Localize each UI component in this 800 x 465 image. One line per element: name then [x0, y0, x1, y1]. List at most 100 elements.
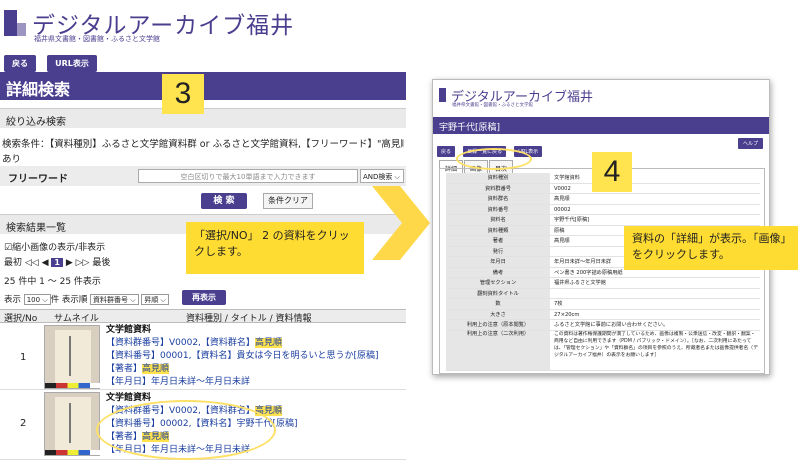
field-value: 文学館資料: [554, 175, 580, 181]
freeword-label: フリーワード: [8, 174, 68, 185]
detail-field-row: 資料番号 00002: [446, 204, 760, 215]
back-button[interactable]: 戻る: [4, 55, 36, 72]
display-count-value: 100: [26, 296, 41, 304]
field-value: 高見順: [554, 196, 570, 202]
field-key: 年月日: [446, 257, 550, 267]
sort-direction-select[interactable]: 昇順 ⌵: [141, 294, 169, 305]
field-key: 資料種類: [446, 225, 550, 235]
results-table-header: 選択/No サムネイル 資料種別 / タイトル / 資料情報: [0, 309, 406, 324]
row-group[interactable]: 【資料群番号】V0002,【資料群名】高見順: [106, 337, 379, 350]
thumbnail-image[interactable]: [44, 392, 101, 456]
pager-first[interactable]: 最初: [4, 258, 22, 268]
field-value: 福井県ふるさと文学館: [554, 280, 606, 286]
row-author[interactable]: 【著者】高見順: [106, 363, 379, 376]
result-count: 25 件中 1 ～ 25 件表示: [4, 277, 101, 287]
row-date: 【年月日】年月日未詳～年月日未詳: [106, 377, 251, 387]
field-key: 数: [446, 299, 550, 309]
logo-mark-icon: [4, 10, 26, 36]
detail-panel: 資料種別 文学館資料 資料群番号 V0002 資料群名 高見順 資料番号 00002 資料名 宇野…: [439, 168, 765, 374]
detail-field-row: 資料名 宇野千代[原稿]: [446, 215, 760, 226]
field-key: 資料群名: [446, 194, 550, 204]
row-title-link[interactable]: 【資料番号】00001,【資料名】貴女は今日を明るいと思うか[原稿]: [106, 350, 379, 363]
field-key: 備考: [446, 267, 550, 277]
highlight-term: 高見順: [142, 364, 170, 374]
freeword-input[interactable]: 空白区切りで最大10単語まで入力できます: [138, 169, 358, 183]
detail-field-row: 大きさ 27×20cm: [446, 309, 760, 320]
display-count-select[interactable]: 100 ⌵: [23, 294, 51, 305]
search-results-screen: デジタルアーカイブ福井 福井県文書館・図書館・ふるさと文学館 戻る URL表示 …: [0, 0, 406, 465]
search-button[interactable]: 検 索: [201, 193, 247, 209]
pager-last[interactable]: 最後: [92, 258, 110, 268]
results-header-label: 検索結果一覧: [6, 223, 66, 234]
pager-prev[interactable]: ◁◁ ◀: [25, 258, 49, 268]
field-value: 27×20cm: [554, 311, 580, 318]
condition-line: あり: [2, 154, 22, 165]
pager-next[interactable]: ▶ ▷▷: [66, 258, 90, 268]
logo-subtitle: 福井県文書館・図書館・ふるさと文学館: [452, 103, 533, 108]
field-key: 資料種別: [446, 173, 550, 183]
highlight-ellipse: [456, 148, 532, 170]
logo-subtitle: 福井県文書館・図書館・ふるさと文学館: [34, 35, 160, 43]
instruction-callout: 資料の「詳細」が表示。「画像」をクリックします。: [624, 226, 798, 270]
column-header-no: 選択/No: [4, 314, 38, 324]
search-mode-select[interactable]: AND検索 ⌵: [360, 169, 404, 183]
page-title: 詳細検索: [6, 80, 71, 99]
row-info: 文学館資料 【資料群番号】V0002,【資料群名】高見順 【資料番号】00001…: [106, 324, 379, 389]
detail-title: 宇野千代[原稿]: [439, 123, 501, 133]
field-key: 利用上の注意（二次利用）: [446, 330, 550, 370]
row-number[interactable]: 1: [20, 352, 26, 363]
redisplay-button[interactable]: 再表示: [182, 290, 226, 305]
field-key: 資料番号: [446, 204, 550, 214]
field-key: 著者: [446, 236, 550, 246]
next-step-arrow-icon: [372, 186, 430, 260]
pager-current[interactable]: 1: [51, 258, 63, 267]
field-value: 7枚: [554, 301, 563, 307]
display-label: 表示: [4, 295, 22, 305]
field-value: 00002: [554, 206, 571, 213]
highlight-term: 高見順: [254, 338, 282, 348]
detail-field-row: 数 7枚: [446, 299, 760, 310]
help-button[interactable]: ヘルプ: [737, 138, 763, 149]
search-conditions: 検索条件：【資料種別】ふるさと文学館資料群 or ふるさと文学館資料,【フリーワ…: [2, 137, 404, 167]
logo-mark-icon: [439, 88, 446, 102]
display-unit-label: 件 表示順: [50, 295, 88, 305]
instruction-callout: 「選択/NO」 2 の資料をクリックします。: [186, 222, 364, 274]
detail-field-row: 翻刻資料タイトル: [446, 288, 760, 299]
sort-field-select[interactable]: 資料群番号 ⌵: [90, 294, 139, 305]
row-type: 文学館資料: [106, 325, 152, 335]
column-header-info: 資料種別 / タイトル / 資料情報: [186, 314, 312, 324]
field-key: 大きさ: [446, 309, 550, 319]
field-key: 管理セクション: [446, 278, 550, 288]
clear-conditions-button[interactable]: 条件クリア: [263, 193, 313, 209]
chevron-down-icon: ⌵: [394, 173, 400, 181]
field-value: この資料は著作権保護期間が満了しているため、画像は複製・公衆送信・改変・翻訳・翻…: [554, 331, 758, 358]
freeword-row: フリーワード 空白区切りで最大10単語まで入力できます AND検索 ⌵: [0, 166, 406, 186]
display-options: 表示 100 ⌵ 件 表示順 資料群番号 ⌵ 昇順 ⌵: [4, 293, 169, 305]
row-group-text: 【資料群番号】V0002,【資料群名】: [106, 338, 255, 348]
column-header-thumb: サムネイル: [54, 314, 99, 324]
detail-field-row: 利用上の注意（二次利用） この資料は著作権保護期間が満了しているため、画像は複製・…: [446, 330, 760, 371]
refine-header-label: 絞り込み検索: [6, 117, 66, 128]
url-button[interactable]: URL表示: [47, 55, 97, 72]
field-key: 翻刻資料タイトル: [446, 288, 550, 298]
thumbnail-toggle[interactable]: ☑縮小画像の表示/非表示: [4, 240, 105, 253]
field-value: 宇野千代[原稿]: [554, 217, 590, 223]
search-mode-value: AND検索: [363, 173, 393, 181]
step-number-badge: 3: [162, 74, 204, 114]
field-value: V0002: [554, 185, 571, 192]
pager: 最初 ◁◁ ◀ 1 ▶ ▷▷ 最後: [4, 255, 110, 268]
site-logo[interactable]: デジタルアーカイブ福井 福井県文書館・図書館・ふるさと文学館: [4, 6, 384, 43]
field-key: 資料名: [446, 215, 550, 225]
detail-field-row: 管理セクション 福井県ふるさと文学館: [446, 278, 760, 289]
field-key: 資料群番号: [446, 183, 550, 193]
step-number-badge: 4: [592, 152, 632, 192]
detail-title-bar: 宇野千代[原稿]: [433, 117, 769, 134]
field-key: 利用上の注意（原本閲覧）: [446, 320, 550, 330]
row-author-label: 【著者】: [106, 364, 143, 374]
detail-field-row: 資料群名 高見順: [446, 194, 760, 205]
table-row[interactable]: 1 文学館資料 【資料群番号】V0002,【資料群名】高見順 【資料番号】000…: [0, 324, 406, 390]
row-number[interactable]: 2: [20, 418, 26, 429]
detail-field-row: 利用上の注意（原本閲覧） ふるさと文学館に事前にお問い合わせください。: [446, 320, 760, 331]
thumbnail-image[interactable]: [44, 325, 101, 389]
highlight-ellipse: [96, 400, 276, 460]
